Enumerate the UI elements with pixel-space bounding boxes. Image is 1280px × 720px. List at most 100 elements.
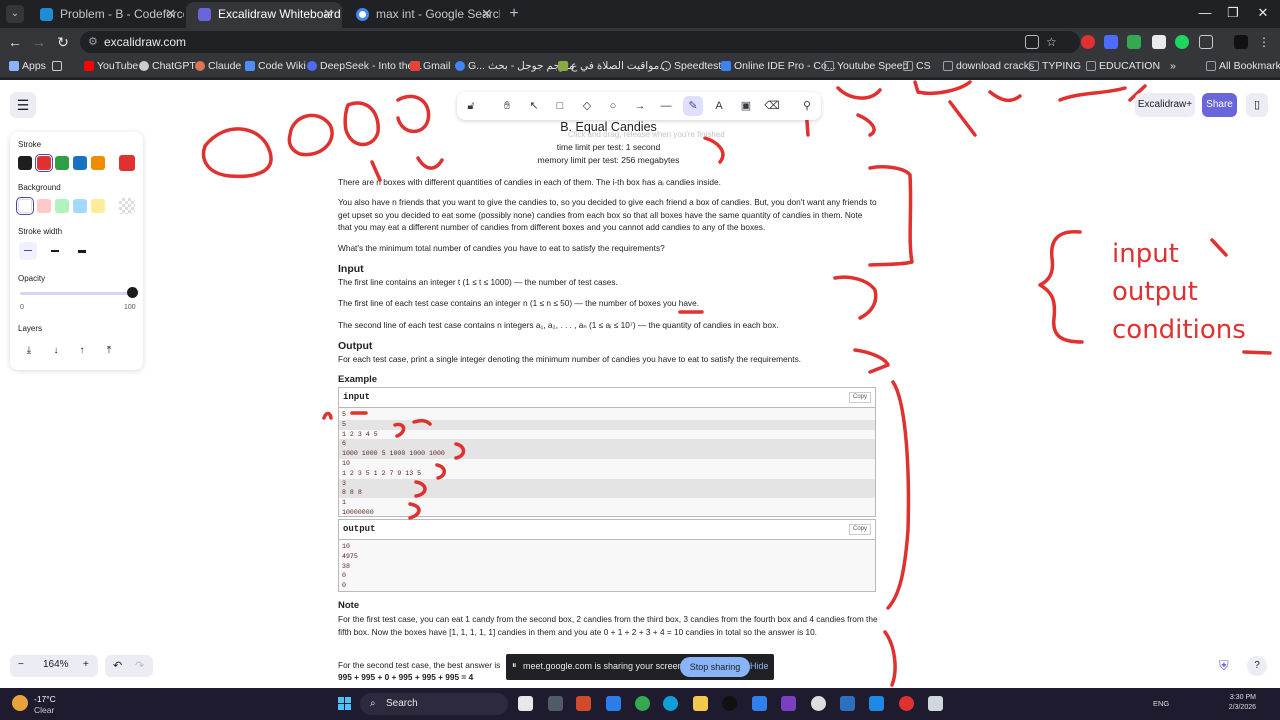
draw-pencil-icon[interactable]: ✎ (683, 96, 703, 116)
ellipse-tool-icon[interactable]: ○ (603, 96, 623, 116)
opacity-slider[interactable] (20, 292, 130, 295)
background-color-swatch[interactable] (55, 199, 69, 213)
bookmark-speedtest[interactable]: Speedtest (661, 60, 721, 72)
bookmark-folder-download-cracks[interactable]: download cracks (943, 60, 1034, 72)
zoom-level[interactable]: 164% (43, 659, 69, 670)
line-tool-icon[interactable]: — (656, 96, 676, 116)
stroke-width-thin[interactable] (19, 242, 37, 260)
bookmark-star-icon[interactable]: ☆ (1046, 35, 1060, 49)
bookmark-youtube[interactable]: YouTube (84, 60, 138, 72)
stroke-color-swatch[interactable] (18, 156, 32, 170)
address-bar[interactable]: ⚙ excalidraw.com (80, 31, 1080, 53)
bookmarks-overflow-icon[interactable]: » (1166, 60, 1176, 72)
extension-icon[interactable] (1127, 35, 1141, 49)
stroke-color-swatch[interactable] (91, 156, 105, 170)
eraser-tool-icon[interactable]: ⌫ (762, 96, 782, 116)
bookmark-code-wiki[interactable]: Code Wiki (245, 60, 306, 72)
edge-icon[interactable] (663, 696, 678, 711)
close-tab-icon[interactable]: ✕ (323, 2, 334, 26)
input-language[interactable]: ENG (1153, 699, 1169, 708)
bookmark-folder-typing[interactable]: TYPING (1029, 60, 1081, 72)
send-to-back-icon[interactable]: ⤓ (20, 342, 38, 360)
hand-tool-icon[interactable]: ✋︎ (497, 96, 517, 116)
encryption-shield-icon[interactable]: ⛨ (1219, 658, 1233, 674)
tab-search-button[interactable]: ⌄ (6, 5, 24, 23)
kebab-menu-icon[interactable]: ⋮ (1258, 35, 1272, 49)
hamburger-menu-icon[interactable]: ☰ (10, 92, 36, 118)
bring-forward-icon[interactable]: ↑ (73, 342, 91, 360)
bookmark-online-ide[interactable]: Online IDE Pro - Co... (721, 60, 836, 72)
taskbar-app-icon[interactable] (548, 696, 563, 711)
close-tab-icon[interactable]: ✕ (165, 2, 176, 26)
opacity-slider-handle[interactable] (127, 287, 138, 298)
selection-tool-icon[interactable]: ↖ (524, 96, 544, 116)
visual-studio-icon[interactable] (781, 696, 796, 711)
hide-button[interactable]: Hide (750, 661, 769, 671)
restore-icon[interactable]: ❐ (1218, 5, 1248, 21)
stroke-color-swatch[interactable] (35, 154, 53, 172)
taskbar-app-icon[interactable] (606, 696, 621, 711)
bookmark-youtube-speed[interactable]: Youtube Speed (824, 60, 908, 72)
image-tool-icon[interactable]: ▣ (736, 96, 756, 116)
taskbar-app-icon[interactable] (928, 696, 943, 711)
bookmark-chatgpt[interactable]: ChatGPT (139, 60, 196, 72)
windows-start-icon[interactable] (338, 697, 352, 711)
bookmark-folder-education[interactable]: EDUCATION (1086, 60, 1160, 72)
cast-icon[interactable] (1025, 35, 1039, 49)
help-icon[interactable]: ? (1247, 656, 1267, 676)
share-button[interactable]: Share (1202, 93, 1237, 117)
stroke-width-extra-bold[interactable] (73, 242, 91, 260)
bookmark-prayer-times[interactable]: مواقيت الصلاة في ع... (558, 60, 668, 72)
background-color-swatch[interactable] (16, 197, 34, 215)
close-tab-icon[interactable]: ✕ (481, 2, 492, 26)
bookmark-deepseek[interactable]: DeepSeek - Into the... (307, 60, 422, 72)
extension-icon[interactable] (1175, 35, 1189, 49)
tab-excalidraw[interactable]: Excalidraw Whiteboard ✕ (186, 2, 342, 28)
profile-avatar[interactable] (1234, 35, 1248, 49)
bookmark-gmail[interactable]: Gmail (410, 60, 450, 72)
background-color-swatch[interactable] (73, 199, 87, 213)
tab-codeforces[interactable]: Problem - B - Codeforces ✕ (28, 2, 184, 28)
chatgpt-app-icon[interactable] (811, 696, 826, 711)
task-view-icon[interactable] (518, 696, 533, 711)
bookmark-folder-cs[interactable]: CS (903, 60, 931, 72)
undo-icon[interactable]: ↶ (113, 659, 122, 672)
extensions-puzzle-icon[interactable] (1199, 35, 1213, 49)
system-clock[interactable]: 3:30 PM 2/3/2026 (1210, 693, 1256, 713)
bookmark-claude[interactable]: Claude (195, 60, 241, 72)
extension-icon[interactable] (1081, 35, 1095, 49)
close-window-icon[interactable]: ✕ (1248, 5, 1278, 21)
background-color-swatch[interactable] (91, 199, 105, 213)
taskbar-app-icon[interactable] (899, 696, 914, 711)
redo-icon[interactable]: ↷ (135, 659, 144, 672)
current-stroke-color[interactable] (119, 155, 135, 171)
library-sidebar-icon[interactable]: ▯ (1246, 93, 1268, 117)
drag-handle-icon[interactable]: ⏸︎ (512, 660, 517, 671)
site-info-icon[interactable]: ⚙ (88, 35, 98, 48)
bookmark-google-translate[interactable]: G... مترجم جوجل - بحث (455, 60, 575, 72)
diamond-tool-icon[interactable]: ◇ (577, 96, 597, 116)
zoom-out-button[interactable]: − (18, 659, 24, 670)
extension-icon[interactable] (1104, 35, 1118, 49)
stroke-color-swatch[interactable] (55, 156, 69, 170)
stroke-color-swatch[interactable] (73, 156, 87, 170)
new-tab-button[interactable]: + (504, 4, 524, 24)
bookmark-apps[interactable]: Apps (9, 60, 46, 72)
taskbar-app-icon[interactable] (840, 696, 855, 711)
extension-icon[interactable] (1152, 35, 1166, 49)
file-explorer-icon[interactable] (693, 696, 708, 711)
weather-icon[interactable] (12, 695, 28, 711)
forward-icon[interactable]: → (30, 33, 48, 51)
all-bookmarks-button[interactable]: All Bookmarks (1206, 60, 1280, 72)
more-tools-icon[interactable]: ⚲ (797, 96, 817, 116)
stroke-width-bold[interactable] (46, 242, 64, 260)
rectangle-tool-icon[interactable]: □ (550, 96, 570, 116)
lock-icon[interactable]: 🔓︎ (461, 96, 481, 116)
stop-sharing-button[interactable]: Stop sharing (680, 657, 750, 677)
vscode-icon[interactable] (869, 696, 884, 711)
tab-google-search[interactable]: max int - Google Search ✕ (344, 2, 500, 28)
text-tool-icon[interactable]: A (709, 96, 729, 116)
current-background-color[interactable] (119, 198, 135, 214)
minimize-icon[interactable]: — (1190, 5, 1220, 20)
zoom-in-button[interactable]: + (83, 659, 89, 670)
